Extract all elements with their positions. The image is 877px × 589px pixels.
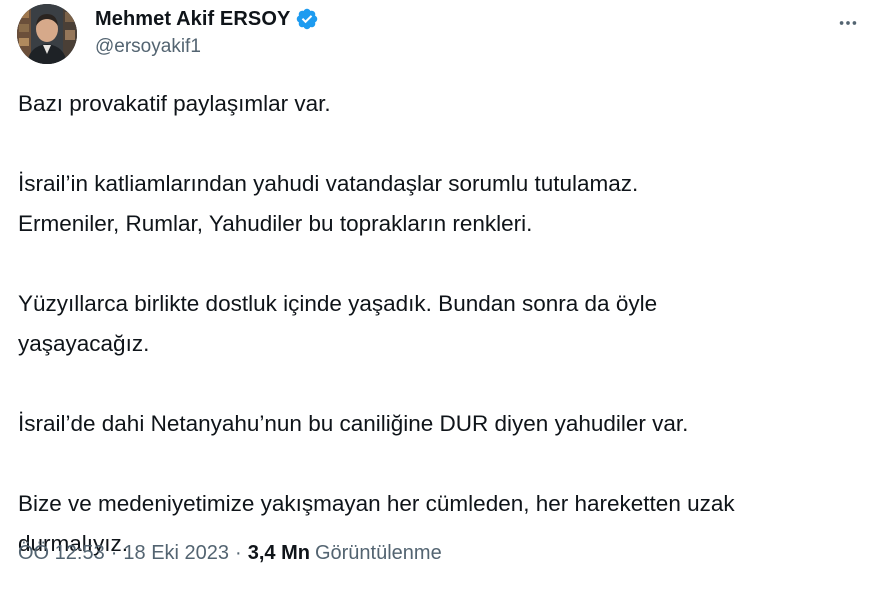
tweet-line: Ermeniler, Rumlar, Yahudiler bu toprakla…: [18, 211, 533, 236]
tweet-paragraph: İsrail’de dahi Netanyahu’nun bu caniliği…: [18, 404, 858, 444]
more-options-icon: [839, 21, 857, 25]
avatar[interactable]: [17, 4, 77, 64]
tweet-text: Bazı provakatif paylaşımlar var. İsrail’…: [18, 84, 858, 564]
views-count[interactable]: 3,4 Mn: [248, 542, 310, 565]
avatar-image: [17, 4, 77, 64]
tweet-header: Mehmet Akif ERSOY @ersoyakif1: [17, 4, 867, 68]
tweet-line: Yüzyıllarca birlikte dostluk içinde yaşa…: [18, 291, 658, 316]
meta-separator: ·: [110, 542, 118, 564]
author-block: Mehmet Akif ERSOY @ersoyakif1: [95, 6, 319, 58]
verified-badge-icon[interactable]: [295, 7, 319, 31]
views-label: Görüntülenme: [314, 542, 442, 564]
tweet-paragraph: İsrail’in katliamlarından yahudi vatanda…: [18, 164, 858, 244]
tweet-meta: ÖÖ 12:53 · 18 Eki 2023 · 3,4 Mn Görüntül…: [18, 542, 442, 565]
name-row: Mehmet Akif ERSOY: [95, 6, 319, 32]
tweet-line: yaşayacağız.: [18, 331, 150, 356]
tweet-line: İsrail’in katliamlarından yahudi vatanda…: [18, 171, 639, 196]
tweet-date[interactable]: 18 Eki 2023: [123, 542, 229, 565]
tweet-line: İsrail’de dahi Netanyahu’nun bu caniliği…: [18, 411, 689, 436]
tweet-paragraph: Bazı provakatif paylaşımlar var.: [18, 84, 858, 124]
meta-separator: ·: [235, 542, 242, 564]
display-name[interactable]: Mehmet Akif ERSOY: [95, 8, 290, 31]
tweet-time[interactable]: ÖÖ 12:53: [18, 542, 105, 565]
tweet-line: Bazı provakatif paylaşımlar var.: [18, 91, 331, 116]
more-options-button[interactable]: [833, 8, 863, 38]
tweet-paragraph: Yüzyıllarca birlikte dostluk içinde yaşa…: [18, 284, 858, 364]
author-handle[interactable]: @ersoyakif1: [95, 36, 319, 58]
tweet-card: Mehmet Akif ERSOY @ersoyakif1 Bazı prova…: [0, 0, 877, 589]
tweet-line: Bize ve medeniyetimize yakışmayan her cü…: [18, 491, 735, 516]
